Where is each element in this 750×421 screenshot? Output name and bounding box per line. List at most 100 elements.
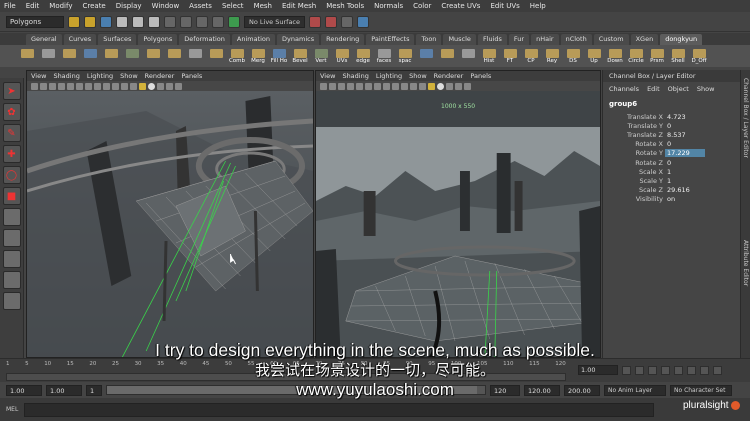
channel-visibility[interactable]: Visibility on	[603, 195, 740, 204]
camera-icon[interactable]	[320, 82, 327, 90]
shelf-button-31[interactable]: Shell	[669, 48, 687, 64]
go-start-icon[interactable]	[622, 365, 631, 375]
command-language-label[interactable]: MEL	[6, 406, 18, 413]
menu-help[interactable]: Help	[530, 2, 546, 10]
shadows-icon[interactable]	[157, 82, 164, 90]
make-live-icon[interactable]	[228, 15, 240, 28]
menu-file[interactable]: File	[4, 2, 16, 10]
lights-icon[interactable]	[148, 82, 155, 90]
channel-rotate-y[interactable]: Rotate Y 17.229	[603, 149, 740, 158]
range-thumb[interactable]	[107, 386, 477, 394]
vp-menu-renderer[interactable]: Renderer	[434, 72, 464, 80]
textured-icon[interactable]	[428, 82, 435, 90]
gate-mask-icon[interactable]	[383, 82, 390, 90]
safe-action-icon[interactable]	[401, 82, 408, 90]
current-frame-field[interactable]: 1.00	[578, 365, 618, 375]
side-tab-channel-box[interactable]: Channel Box / Layer Editor	[742, 78, 749, 158]
lasso-tool-icon[interactable]: ✿	[2, 103, 21, 121]
menu-edit[interactable]: Edit	[26, 2, 40, 10]
channel-value[interactable]: 0	[665, 159, 705, 167]
shelf-tab-xgen[interactable]: XGen	[630, 33, 659, 45]
shelf-tab-general[interactable]: General	[26, 33, 62, 45]
xray-icon[interactable]	[464, 82, 471, 90]
shelf-tab-dynamics[interactable]: Dynamics	[277, 33, 320, 45]
channel-rotate-x[interactable]: Rotate X0	[603, 140, 740, 149]
grid-icon[interactable]	[356, 82, 363, 90]
vp-menu-panels[interactable]: Panels	[470, 72, 491, 80]
image-plane-icon[interactable]	[347, 82, 354, 90]
vp-menu-lighting[interactable]: Lighting	[376, 72, 402, 80]
shelf-tab-toon[interactable]: Toon	[416, 33, 442, 45]
shelf-button-11[interactable]: Merg	[249, 48, 267, 64]
shelf-tab-custom[interactable]: Custom	[593, 33, 629, 45]
cb-menu-edit[interactable]: Edit	[647, 85, 660, 93]
cb-menu-object[interactable]: Object	[668, 85, 689, 93]
wireframe-icon[interactable]	[121, 82, 128, 90]
command-input[interactable]	[24, 402, 655, 417]
menu-create[interactable]: Create	[82, 2, 105, 10]
snap-plane-icon[interactable]	[212, 15, 224, 28]
shelf-button-19[interactable]	[417, 48, 435, 64]
playback-end-field[interactable]: 120.00	[524, 384, 560, 396]
textured-icon[interactable]	[139, 82, 146, 90]
shelf-tab-animation[interactable]: Animation	[231, 33, 276, 45]
channel-value[interactable]: on	[665, 195, 705, 203]
hypershade-icon[interactable]	[357, 15, 370, 28]
time-track[interactable]	[6, 373, 566, 381]
viewport-perspective-left[interactable]: View Shading Lighting Show Renderer Pane…	[26, 70, 314, 358]
shelf-button-7[interactable]	[165, 48, 183, 64]
channel-translate-x[interactable]: Translate X 4.723	[603, 112, 740, 121]
shelf-tab-fur[interactable]: Fur	[508, 33, 530, 45]
vp-menu-show[interactable]: Show	[409, 72, 427, 80]
vp-menu-shading[interactable]: Shading	[342, 72, 368, 80]
image-plane-icon[interactable]	[58, 82, 65, 90]
menu-edit-uvs[interactable]: Edit UVs	[490, 2, 519, 10]
menu-normals[interactable]: Normals	[374, 2, 403, 10]
anim-end-field[interactable]: 200.00	[564, 384, 600, 396]
lights-icon[interactable]	[437, 82, 444, 90]
step-forward-key-icon[interactable]	[687, 365, 696, 375]
last-tool-icon[interactable]	[2, 208, 21, 226]
shelf-button-2[interactable]	[60, 48, 78, 64]
shelf-tab-muscle[interactable]: Muscle	[443, 33, 476, 45]
shelf-tab-fluids[interactable]: Fluids	[477, 33, 507, 45]
channel-scale-z[interactable]: Scale Z 29.616	[603, 186, 740, 195]
layout-four-icon[interactable]	[2, 250, 21, 268]
resolution-gate-icon[interactable]	[85, 82, 92, 90]
go-end-icon[interactable]	[713, 365, 722, 375]
select-component-icon[interactable]	[148, 15, 160, 28]
live-surface-field[interactable]: No Live Surface	[244, 15, 306, 28]
bookmark-icon[interactable]	[49, 82, 56, 90]
channel-value[interactable]: 0	[665, 140, 705, 148]
channel-value[interactable]: 17.229	[665, 149, 705, 158]
vp-menu-shading[interactable]: Shading	[53, 72, 79, 80]
menu-select[interactable]: Select	[222, 2, 244, 10]
paint-select-tool-icon[interactable]: ✎	[2, 124, 21, 142]
vp-menu-view[interactable]: View	[31, 72, 46, 80]
resolution-gate-icon[interactable]	[374, 82, 381, 90]
scene-right-render[interactable]	[316, 91, 600, 358]
shelf-button-29[interactable]: Circle	[627, 48, 645, 64]
gate-mask-icon[interactable]	[94, 82, 101, 90]
menu-window[interactable]: Window	[152, 2, 180, 10]
camera-icon[interactable]	[31, 82, 38, 90]
snap-curve-icon[interactable]	[180, 15, 192, 28]
select-tool-icon[interactable]: ➤	[2, 82, 21, 100]
open-scene-icon[interactable]	[84, 15, 96, 28]
channel-rotate-z[interactable]: Rotate Z0	[603, 158, 740, 167]
play-back-icon[interactable]	[661, 365, 670, 375]
shelf-button-9[interactable]	[207, 48, 225, 64]
outliner-layout-icon[interactable]	[2, 292, 21, 310]
shelf-tab-ncloth[interactable]: nCloth	[560, 33, 592, 45]
time-slider[interactable]: 1 5 10 15 20 25 30 35 40 45 50 55 60 65 70 75 80 85 90 95 10…	[0, 358, 750, 382]
step-back-key-icon[interactable]	[648, 365, 657, 375]
range-frame-field[interactable]: 1	[86, 384, 102, 396]
channel-value[interactable]: 29.616	[665, 186, 705, 194]
menu-display[interactable]: Display	[116, 2, 142, 10]
shelf-button-16[interactable]: edge	[354, 48, 372, 64]
shelf-button-27[interactable]: Up	[585, 48, 603, 64]
shelf-button-24[interactable]: CP	[522, 48, 540, 64]
render-settings-icon[interactable]	[341, 15, 354, 28]
shelf-button-22[interactable]: Hist	[480, 48, 498, 64]
isolate-icon[interactable]	[166, 82, 173, 90]
